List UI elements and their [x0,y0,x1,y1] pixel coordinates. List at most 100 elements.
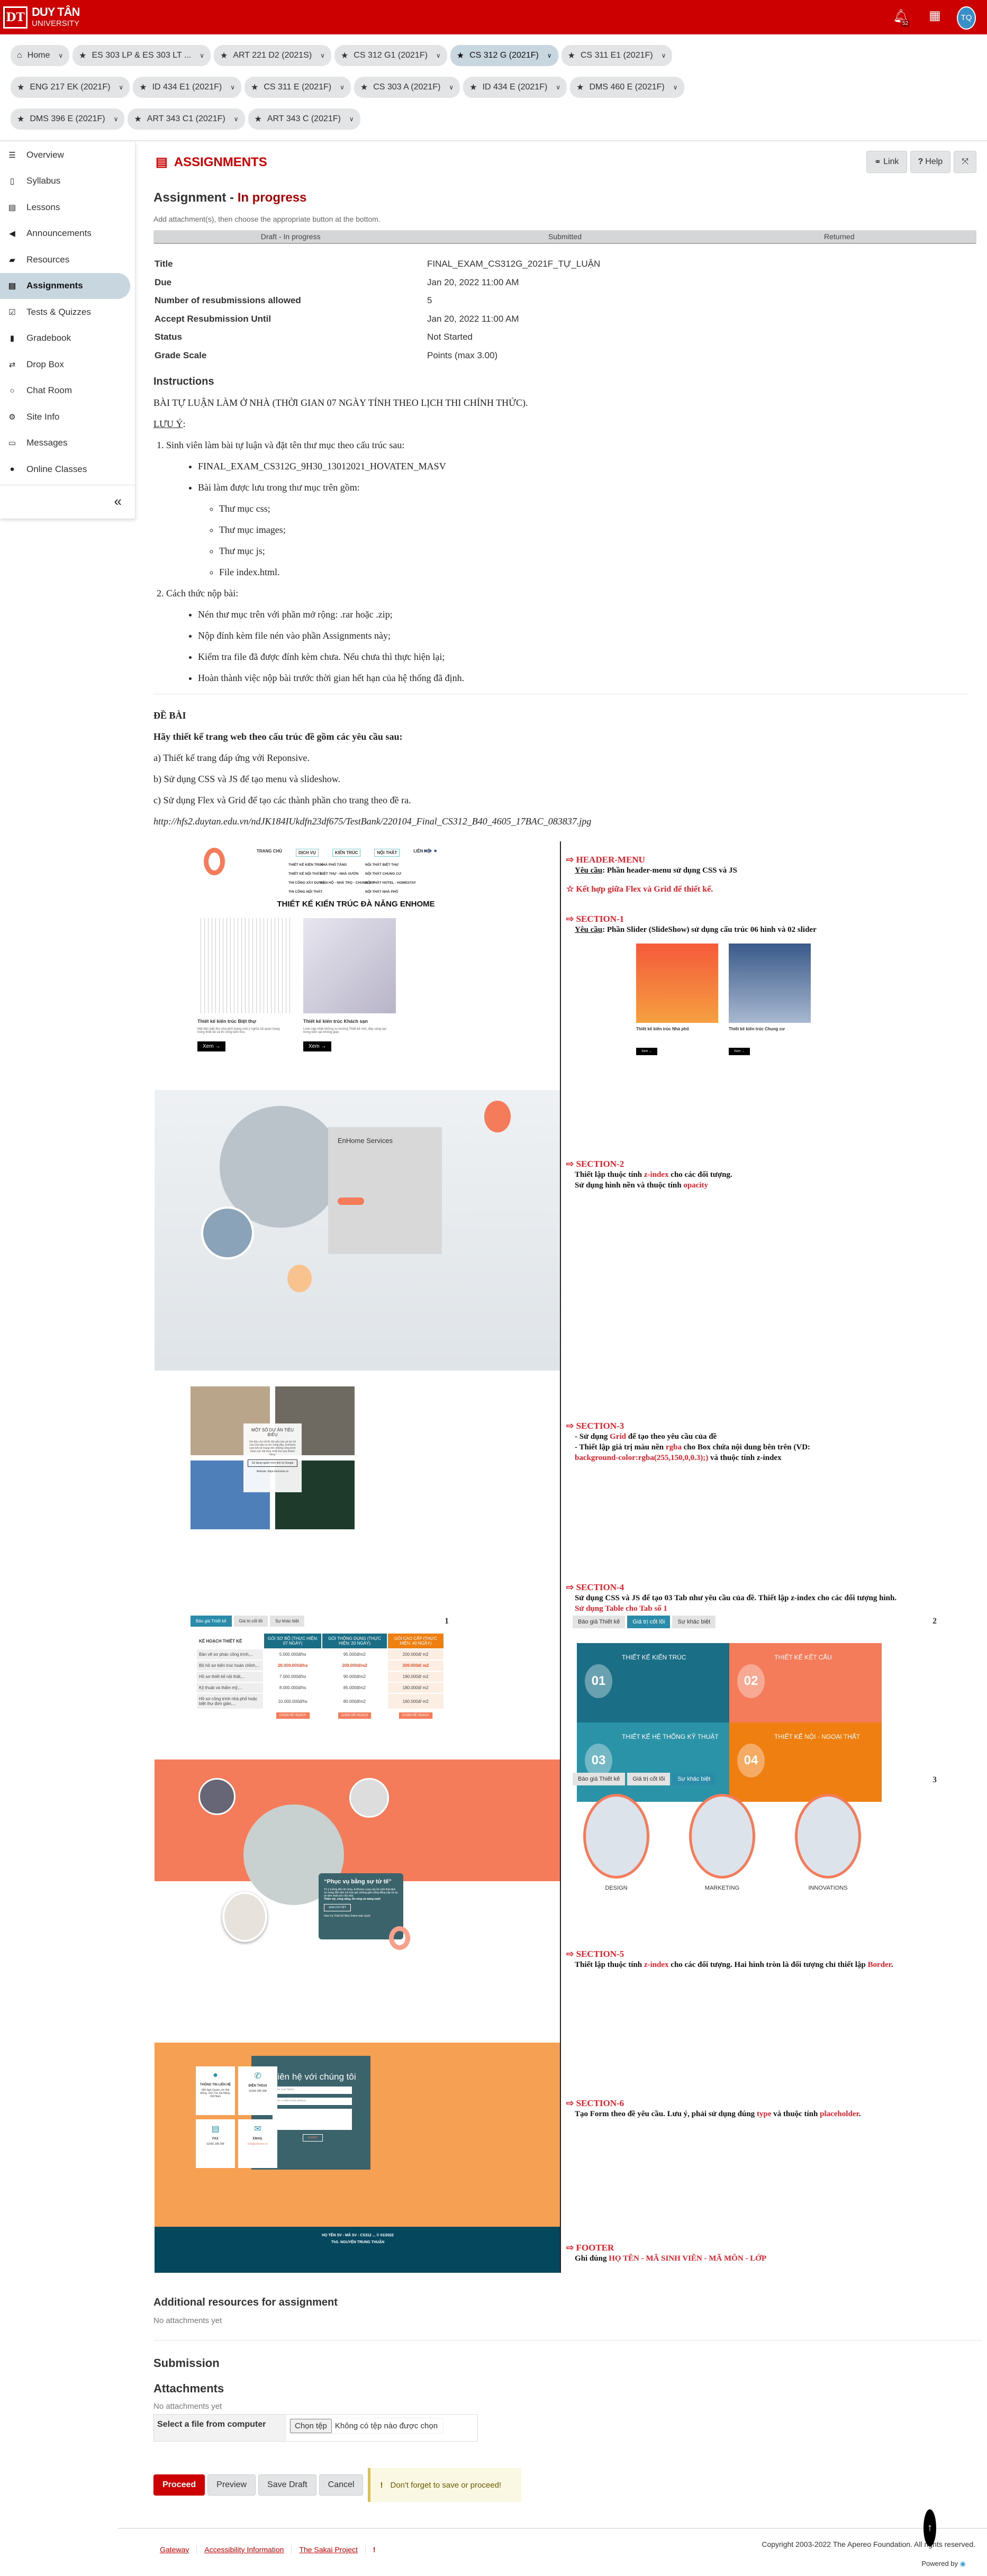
preview-button[interactable]: Preview [207,2474,256,2496]
proceed-button[interactable]: Proceed [153,2474,205,2496]
quote-bold: Thẩm mỹ, công năng, thi công và mảng xan… [324,1898,381,1901]
help-button[interactable]: ? Help [910,151,951,173]
site-tab[interactable]: ★ CS 311 E (2021F) ∨ [244,77,351,98]
site-tab[interactable]: ★ ID 434 E (2021F) ∨ [463,77,567,98]
chevron-down-icon[interactable]: ∨ [449,84,454,91]
site-tab[interactable]: ★ DMS 460 E (2021F) ∨ [570,77,684,98]
star-icon: ★ [456,51,465,60]
link-button[interactable]: ⚭ Link [866,151,907,173]
core-value-card: 01 THIẾT KẾ KIẾN TRÚC [577,1643,729,1722]
mock-submenu-item: THI CÔNG XÂY DỰNG [288,881,325,885]
chevron-down-icon[interactable]: ∨ [320,52,325,59]
sidebar-item-site-info[interactable]: ⚙ Site Info [0,404,135,430]
fullscreen-button[interactable]: ⤧ [954,151,976,173]
cancel-button[interactable]: Cancel [319,2474,364,2496]
sidebar-item-resources[interactable]: ▰ Resources [0,247,135,273]
contact-card: ● THÔNG TIN LIÊN HỆ 995 Ngô Quyền, An Hải … [196,2066,235,2115]
sidebar-item-gradebook[interactable]: ▮ Gradebook [0,325,135,352]
apps-grid-icon[interactable]: ▦ [929,10,941,22]
ann-keyword: HỌ TÊN - MÃ SINH VIÊN - MÃ MÔN - LỚP [609,2254,766,2263]
star-icon: ★ [250,83,259,92]
sidebar-item-tests-quizzes[interactable]: ☑ Tests & Quizzes [0,299,135,325]
ann-text: cho các đối tượng. [668,1171,732,1179]
folder-item: Thư mục images; [219,524,968,536]
step-draft: Draft - In progress [260,232,321,241]
note-label: LƯU Ý [153,419,183,429]
collapse-sidebar-button[interactable]: « [0,485,135,519]
sidebar-item-drop-box[interactable]: ⇄ Drop Box [0,351,135,378]
annotation-title: SECTION-6 [576,2098,624,2108]
contact-card-text: 02366 288 288 [206,2143,224,2146]
check-square-icon: ☑ [8,307,16,317]
site-tab[interactable]: ★ ID 434 E1 (2021F) ∨ [133,77,241,98]
sidebar-item-online-classes[interactable]: ● Online Classes [0,456,135,483]
avatar[interactable]: TQ [957,6,976,30]
site-tab[interactable]: ⌂ Home ∨ [11,45,70,66]
footer-link[interactable]: Gateway [152,2545,197,2554]
warning-icon: ! [380,2480,383,2490]
star-icon: ★ [360,83,368,92]
table-header: KẾ HOẠCH THIẾT KẾ [197,1634,263,1648]
arrow-icon: ⇨ [566,914,576,924]
arrow-icon: ⇨ [566,2098,576,2108]
footer-line: HỌ TÊN SV - MÃ SV - CS312 ... © 01/2022 [322,2234,394,2237]
annotation-title: SECTION-3 [576,1421,624,1431]
chevron-down-icon[interactable]: ∨ [119,84,123,91]
chevron-down-icon[interactable]: ∨ [436,52,441,59]
sidebar-item-messages[interactable]: ▭ Messages [0,430,135,457]
table-cell: 190.000đ/ m2 [387,1672,443,1682]
submit-step: Hoàn thành việc nộp bài trước thời gian … [198,673,968,684]
site-tab[interactable]: ★ ART 343 C1 (2021F) ∨ [128,108,245,130]
book-icon: ▮ [10,334,15,343]
site-tab[interactable]: ★ CS 311 E1 (2021F) ∨ [561,45,673,66]
save-reminder-alert: ! Don't forget to save or proceed! [368,2468,522,2502]
req-text: : Phần Slider (SlideShow) sử dụng cấu tr… [602,926,817,934]
chevron-down-icon[interactable]: ∨ [58,52,63,59]
sidebar-item-lessons[interactable]: ▤ Lessons [0,194,135,221]
save-draft-button[interactable]: Save Draft [258,2474,316,2496]
table-cell: 95.000đ/m2 [322,1649,387,1659]
property-row: Due Jan 20, 2022 11:00 AM [155,274,684,292]
chevron-down-icon[interactable]: ∨ [349,115,354,123]
site-tab[interactable]: ★ DMS 396 E (2021F) ∨ [11,108,125,130]
site-tab[interactable]: ★ ART 343 C (2021F) ∨ [248,108,360,130]
chevron-down-icon[interactable]: ∨ [673,84,678,91]
progress-steps: Draft - In progress Submitted Returned [153,230,976,244]
site-tab[interactable]: ★ ENG 217 EK (2021F) ∨ [11,77,130,98]
chevron-down-icon[interactable]: ∨ [662,52,666,59]
sidebar-item-overview[interactable]: ☰ Overview [0,142,135,168]
site-tab-label: ART 343 C (2021F) [267,114,341,123]
quote-title: “Phục vụ bằng sự tử tế” [324,1879,392,1885]
chevron-down-icon[interactable]: ∨ [114,115,119,123]
chevron-down-icon[interactable]: ∨ [547,52,552,59]
table-header: GÓI THÔNG DỤNG (THỰC HIỆN: 20 NGÀY) [322,1634,387,1648]
university-logo[interactable]: DT [3,6,28,29]
alert-icon[interactable]: ! [366,2545,383,2554]
site-tab[interactable]: ★ CS 303 A (2021F) ∨ [354,77,460,98]
sidebar-item-chat-room[interactable]: ○ Chat Room [0,378,135,404]
ann-text: - Thiết lập giá trị màu nền [575,1443,666,1452]
site-tab[interactable]: ★ CS 312 G1 (2021F) ∨ [334,45,447,66]
pricing-table: KẾ HOẠCH THIẾT KẾ GÓI SƠ BỘ (THỰC HIỆN: 0… [196,1632,445,1721]
site-tab[interactable]: ★ ART 221 D2 (2021S) ∨ [213,45,331,66]
arrow-icon: ⇨ [566,1582,576,1592]
scroll-to-top-button[interactable]: ↑ [923,2509,936,2546]
choose-file-button[interactable]: Chọn tệp [290,2418,332,2433]
mock-tab: Giá trị cốt lõi [627,1773,671,1785]
chevron-down-icon[interactable]: ∨ [230,84,235,91]
chevron-down-icon[interactable]: ∨ [234,115,239,123]
footer-link[interactable]: Accessibility Information [197,2545,292,2554]
chevron-down-icon[interactable]: ∨ [340,84,345,91]
sidebar-item-assignments[interactable]: ▤ Assignments [0,273,130,299]
site-tab[interactable]: ★ CS 312 G (2021F) ∨ [450,45,558,66]
footer-link[interactable]: The Sakai Project [292,2545,366,2554]
sidebar-item-syllabus[interactable]: ▯ Syllabus [0,168,135,195]
file-input[interactable]: Chọn tệp Không có tệp nào được chọn [289,2418,444,2434]
chevron-down-icon[interactable]: ∨ [200,52,204,59]
sidebar-item-announcements[interactable]: ◀ Announcements [0,221,135,247]
note-colon: : [183,419,186,429]
mock-submenu-item: NỘI THẤT NHÀ PHỐ [365,890,399,894]
chat-icon: ○ [10,386,15,395]
site-tab[interactable]: ★ ES 303 LP & ES 303 LT ... ∨ [73,45,211,66]
chevron-down-icon[interactable]: ∨ [556,84,560,91]
